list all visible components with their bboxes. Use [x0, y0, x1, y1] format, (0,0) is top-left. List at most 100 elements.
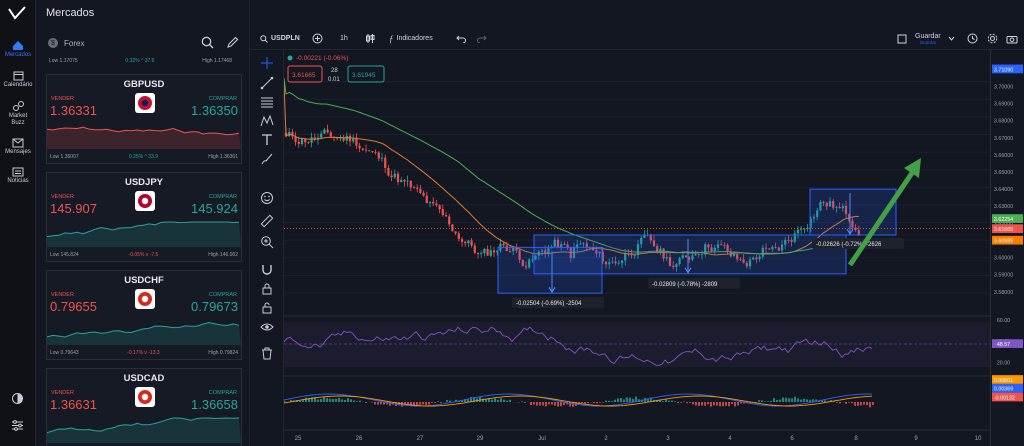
sparkline — [47, 221, 241, 247]
macd-bar — [509, 399, 511, 402]
trendline-icon[interactable] — [259, 76, 275, 90]
pattern-icon[interactable] — [259, 114, 275, 128]
save-button[interactable]: Guardar Guardar — [915, 33, 941, 45]
nav-news[interactable]: Noticias — [0, 167, 36, 185]
market-card-usdchf[interactable]: USDCHF VENDER COMPRAR 0.79655 0.79673 Lo… — [46, 270, 242, 360]
add-compare-button[interactable] — [312, 33, 323, 44]
symbol-selector[interactable]: USDPLN — [260, 34, 300, 43]
text-icon[interactable] — [259, 133, 275, 147]
card-change: -0.17% v -13.3 — [127, 350, 160, 356]
macd-bar — [338, 397, 340, 402]
macd-bar — [332, 399, 334, 402]
card-sell-price[interactable]: 0.79655 — [50, 299, 97, 314]
macd-bar — [548, 402, 550, 405]
candle-body — [300, 138, 304, 144]
zoom-in-icon[interactable] — [259, 235, 275, 249]
macd-bar — [848, 402, 850, 403]
macd-bar — [605, 400, 607, 402]
card-change: -0.05% v -7.5 — [128, 252, 159, 258]
status-dot — [287, 55, 293, 61]
eye-icon[interactable] — [259, 320, 275, 334]
macd-bar — [677, 402, 679, 404]
chart-type-button[interactable] — [365, 33, 375, 44]
indicators-button[interactable]: ƒ Indicadores — [389, 34, 433, 44]
card-low: Low 1.36007 — [50, 154, 79, 160]
candle-body — [409, 180, 412, 188]
card-sell-price[interactable]: 145.907 — [50, 201, 97, 216]
card-footer: Low 1.36007 0.25% ^ 33.9 High 1.36361 — [50, 154, 238, 160]
app-logo[interactable] — [8, 6, 26, 25]
candle-body — [438, 204, 441, 210]
redo-icon — [477, 35, 487, 43]
fib-lines-icon[interactable] — [259, 95, 275, 109]
price-tick: 3.64000 — [994, 187, 1013, 193]
macd-bar — [521, 401, 523, 402]
redo-button[interactable] — [477, 34, 487, 43]
macd-bar — [692, 402, 694, 405]
trash-icon[interactable] — [259, 346, 275, 360]
nav-messages[interactable]: Mensajes — [0, 138, 36, 156]
save-dropdown[interactable] — [948, 36, 955, 41]
card-buy-price[interactable]: 0.79673 — [191, 299, 238, 314]
candle-body — [492, 250, 496, 253]
brush-icon[interactable] — [259, 152, 275, 166]
price-tick: 3.68000 — [994, 119, 1013, 125]
edit-pencil-icon[interactable] — [226, 36, 239, 49]
interval-selector[interactable]: 1h — [340, 35, 348, 42]
settings-sliders-icon[interactable] — [11, 419, 24, 437]
card-pair: USDCAD — [123, 373, 165, 384]
card-change: 0.32% ^ 37.6 — [125, 58, 155, 64]
ruler-icon[interactable] — [259, 214, 275, 228]
macd-bar — [689, 402, 691, 403]
nav-calendar[interactable]: Calendário — [0, 70, 36, 89]
lock-drawings-icon[interactable] — [259, 282, 275, 296]
candle-body — [297, 141, 300, 144]
macd-bar — [617, 398, 619, 402]
price-badge-label: 3.60989 — [994, 239, 1013, 245]
market-card-gbpusd[interactable]: GBPUSD VENDER COMPRAR 1.36331 1.36350 Lo… — [46, 74, 242, 164]
macd-bar — [791, 398, 793, 402]
macd-bar — [377, 402, 379, 405]
magnet-icon[interactable] — [259, 263, 275, 277]
moving-average-slow — [284, 78, 859, 255]
market-card-usdcad[interactable]: USDCAD VENDER COMPRAR 1.36631 1.36658 — [46, 368, 242, 446]
alert-button[interactable] — [967, 33, 978, 44]
chart-workspace: USDPLN 1h ƒ Indicadores Guardar Guardar — [250, 0, 1024, 446]
card-buy-price[interactable]: 1.36350 — [191, 103, 238, 118]
macd-bar — [347, 398, 349, 402]
crosshair-icon[interactable] — [259, 56, 275, 70]
emoji-icon[interactable] — [259, 191, 275, 205]
card-buy-price[interactable]: 1.36658 — [191, 397, 238, 412]
macd-bar — [665, 399, 667, 402]
card-sell-price[interactable]: 1.36331 — [50, 103, 97, 118]
card-buy-price[interactable]: 145.924 — [191, 201, 238, 216]
screenshot-button[interactable] — [1006, 34, 1018, 44]
theme-toggle-icon[interactable] — [11, 392, 24, 410]
candle-body — [400, 179, 403, 183]
category-selector[interactable]: $ Forex — [36, 26, 249, 60]
legend-buy[interactable]: 3.61945 — [352, 72, 376, 79]
search-icon[interactable] — [201, 36, 214, 49]
candle-body — [451, 224, 454, 232]
legend-sell[interactable]: 3.61665 — [292, 72, 316, 79]
chart-settings-button[interactable] — [987, 33, 998, 44]
macd-bar — [845, 402, 847, 404]
price-chart[interactable]: -0.02504 (-0.69%) -2504 -0.02809 (-0.78%)… — [284, 50, 990, 446]
nav-market-buzz[interactable]: Market Buzz — [0, 100, 36, 127]
macd-bar — [299, 400, 301, 402]
macd-bar — [761, 400, 763, 402]
macd-bar — [305, 397, 307, 402]
candle-body — [441, 209, 444, 216]
nav-markets[interactable]: Mercados — [0, 40, 36, 59]
undo-button[interactable] — [456, 34, 466, 43]
rsi-badge-label: 48.57 — [997, 342, 1010, 348]
lock-icon[interactable] — [259, 301, 275, 315]
measure-range-box[interactable] — [533, 234, 847, 275]
time-axis-label: 26 — [356, 436, 363, 442]
price-axis[interactable]: 3.70000 3.69000 3.68000 3.67000 3.66000 3.650… — [990, 50, 1024, 446]
layout-toggle[interactable] — [897, 34, 907, 44]
card-sell-price[interactable]: 1.36631 — [50, 397, 97, 412]
candle-body — [393, 173, 396, 178]
macd-bar — [716, 402, 718, 406]
market-card-usdjpy[interactable]: USDJPY VENDER COMPRAR 145.907 145.924 Lo… — [46, 172, 242, 262]
